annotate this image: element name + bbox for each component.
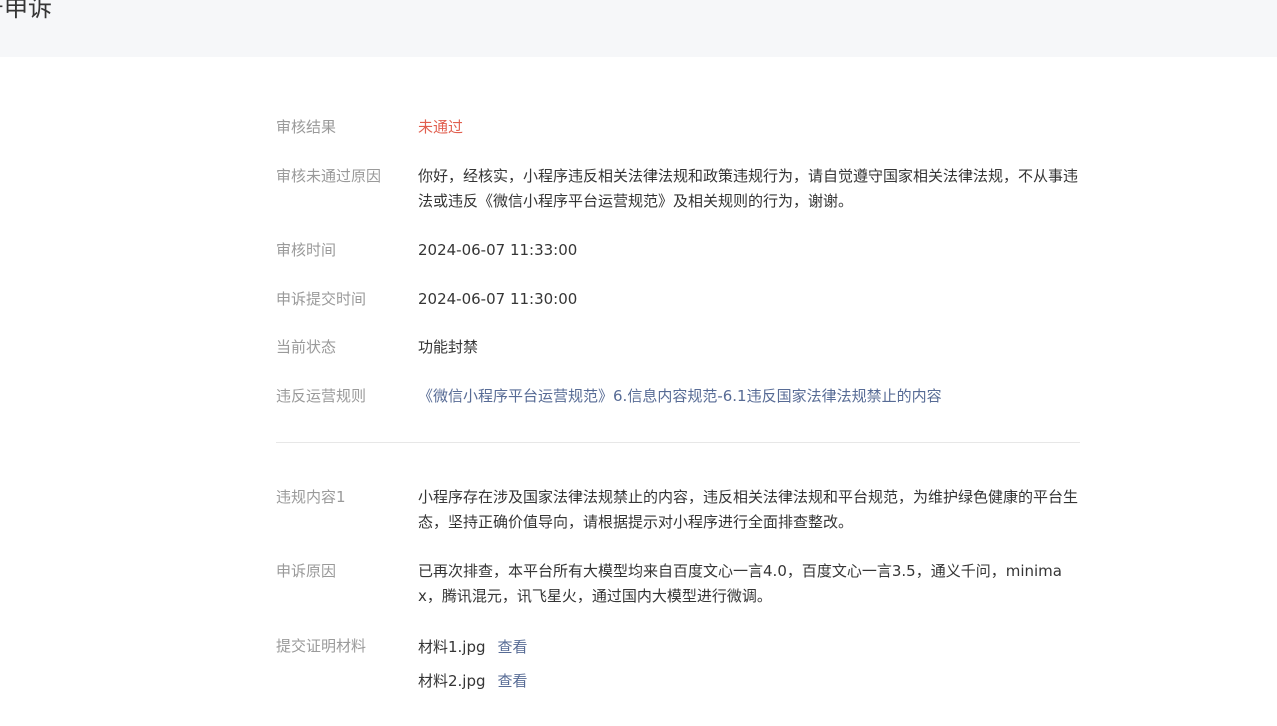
page-title: 号申诉 xyxy=(0,0,52,22)
page-header: 号申诉 xyxy=(0,0,1277,57)
material-item: 材料1.jpg 查看 xyxy=(418,635,528,660)
review-result-label: 审核结果 xyxy=(276,118,337,136)
section-divider xyxy=(276,442,1080,443)
material-item: 材料2.jpg 查看 xyxy=(418,669,528,694)
review-time-value: 2024-06-07 11:33:00 xyxy=(418,241,578,259)
submit-time-value: 2024-06-07 11:30:00 xyxy=(418,290,578,308)
current-status-label: 当前状态 xyxy=(276,338,337,356)
violation-content-value: 小程序存在涉及国家法律法规禁止的内容，违反相关法律法规和平台规范，为维护绿色健康… xyxy=(418,488,1079,531)
review-result-value: 未通过 xyxy=(418,118,464,136)
fail-reason-label: 审核未通过原因 xyxy=(276,167,382,185)
violation-content-label: 违规内容1 xyxy=(276,488,346,506)
material-file-name: 材料2.jpg xyxy=(418,672,486,690)
materials-label: 提交证明材料 xyxy=(276,637,367,655)
current-status-value: 功能封禁 xyxy=(418,338,479,356)
fail-reason-value: 你好，经核实，小程序违反相关法律法规和政策违规行为，请自觉遵守国家相关法律法规，… xyxy=(418,167,1079,210)
material-view-link[interactable]: 查看 xyxy=(498,638,528,656)
review-time-label: 审核时间 xyxy=(276,241,337,259)
appeal-reason-label: 申诉原因 xyxy=(276,562,337,580)
row-materials: 提交证明材料 材料1.jpg 查看 材料2.jpg 查看 xyxy=(276,634,1080,704)
submit-time-label: 申诉提交时间 xyxy=(276,290,367,308)
material-view-link[interactable]: 查看 xyxy=(498,672,528,690)
violated-rule-label: 违反运营规则 xyxy=(276,387,367,405)
material-file-name: 材料1.jpg xyxy=(418,638,486,656)
violated-rule-link[interactable]: 《微信小程序平台运营规范》6.信息内容规范-6.1违反国家法律法规禁止的内容 xyxy=(418,384,1080,409)
appeal-reason-value: 已再次排查，本平台所有大模型均来自百度文心一言4.0，百度文心一言3.5，通义千… xyxy=(418,562,1062,605)
